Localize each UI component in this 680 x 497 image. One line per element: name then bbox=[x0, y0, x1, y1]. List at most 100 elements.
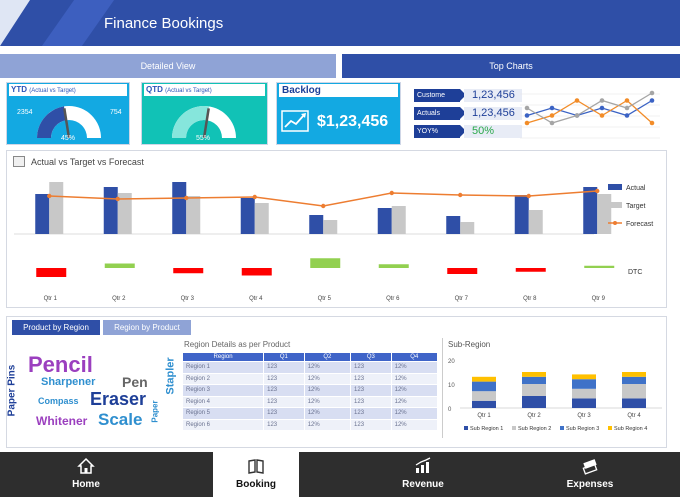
mini-series-point bbox=[549, 105, 555, 111]
stacked-bar-segment bbox=[522, 372, 546, 377]
nav-expenses[interactable]: Expenses bbox=[540, 452, 640, 497]
mini-series-point bbox=[549, 113, 555, 118]
stat-label: Actuals bbox=[414, 107, 466, 120]
stat-label: YOY% bbox=[414, 125, 466, 138]
actual-bar bbox=[35, 194, 50, 234]
table-cell: 12% bbox=[390, 372, 439, 385]
tab-detailed-view[interactable]: Detailed View bbox=[0, 54, 336, 78]
mini-series-point bbox=[624, 98, 630, 103]
tab-region-by-product[interactable]: Region by Product bbox=[103, 320, 191, 335]
sub-region-chart: 20 10 0 Qtr 1 Qtr 2 Qtr 3 Qtr 4 Sub Region 1 Sub… bbox=[448, 359, 662, 432]
x-tick-label: Qtr 1 bbox=[44, 296, 58, 302]
sub-x-tick-label: Qtr 4 bbox=[627, 413, 641, 419]
nav-home-label: Home bbox=[72, 479, 100, 490]
mini-series-point bbox=[649, 98, 655, 103]
x-tick-label: Qtr 8 bbox=[523, 296, 537, 302]
mini-series-point bbox=[649, 120, 655, 126]
actual-bar bbox=[583, 187, 598, 234]
stacked-bar-segment bbox=[572, 379, 596, 389]
table-cell: Region 5 bbox=[181, 407, 265, 420]
tab-top-charts[interactable]: Top Charts bbox=[342, 54, 680, 78]
legend-forecast-label: Forecast bbox=[626, 221, 653, 228]
sub-legend-label: Sub Region 1 bbox=[470, 426, 503, 432]
target-bar bbox=[597, 194, 612, 234]
actual-bar bbox=[446, 216, 461, 234]
word-cloud-item-vertical: Paper Pins bbox=[6, 364, 18, 417]
table-cell: 12% bbox=[390, 384, 439, 397]
table-cell: 123 bbox=[350, 407, 392, 420]
tab-product-by-region[interactable]: Product by Region bbox=[12, 320, 100, 335]
stacked-bar-segment bbox=[622, 384, 646, 399]
stacked-bar-segment bbox=[522, 384, 546, 396]
ytd-card: YTD (Actual vs Target) 2354 754 45% bbox=[6, 82, 130, 145]
table-cell: Region 1 bbox=[181, 361, 265, 374]
target-bar bbox=[49, 182, 64, 234]
mini-series-point bbox=[599, 98, 605, 103]
table-cell: 123 bbox=[263, 361, 305, 374]
ytd-max-label: 754 bbox=[110, 109, 122, 116]
ytd-card-header: YTD (Actual vs Target) bbox=[9, 84, 127, 96]
backlog-value: $1,23,456 bbox=[317, 113, 389, 130]
header-decoration bbox=[0, 0, 30, 46]
sub-legend-swatch bbox=[560, 426, 564, 430]
sub-legend-label: Sub Region 4 bbox=[614, 426, 647, 432]
sub-x-tick-label: Qtr 1 bbox=[477, 413, 491, 419]
nav-home[interactable]: Home bbox=[0, 452, 172, 497]
dtc-bar bbox=[378, 264, 409, 268]
word-cloud-item-vertical: Stapler bbox=[164, 357, 177, 395]
y-tick-label: 20 bbox=[448, 359, 455, 365]
qtd-percent: 55% bbox=[196, 135, 211, 142]
backlog-title: Backlog bbox=[279, 84, 398, 97]
table-cell: 123 bbox=[350, 372, 392, 385]
table-row: Region 2 123 12% 123 12% bbox=[181, 372, 439, 385]
legend-target-label: Target bbox=[626, 203, 646, 210]
table-cell: 12% bbox=[303, 395, 352, 408]
stacked-bar-segment bbox=[572, 398, 596, 408]
table-cell: 12% bbox=[303, 418, 352, 431]
legend-forecast-marker bbox=[613, 221, 617, 225]
table-cell: 123 bbox=[350, 361, 392, 374]
table-row: Region 4 123 12% 123 12% bbox=[181, 395, 439, 408]
stat-value: 1,23,456 bbox=[464, 89, 522, 102]
table-header: Q3 bbox=[350, 352, 392, 362]
x-tick-label: Qtr 6 bbox=[386, 296, 400, 302]
table-cell: Region 4 bbox=[181, 395, 265, 408]
target-bar bbox=[186, 196, 201, 234]
actual-bar bbox=[309, 215, 324, 234]
forecast-point bbox=[595, 188, 600, 194]
sub-legend-swatch bbox=[608, 426, 612, 430]
table-cell: Region 3 bbox=[181, 384, 265, 397]
forecast-point bbox=[389, 190, 394, 196]
word-cloud-item: Scale bbox=[98, 410, 143, 429]
sub-legend-label: Sub Region 3 bbox=[566, 426, 599, 432]
target-bar bbox=[254, 203, 269, 234]
forecast-point bbox=[47, 193, 52, 199]
region-details-title: Region Details as per Product bbox=[184, 340, 291, 349]
mini-series-point bbox=[599, 105, 605, 111]
revenue-icon bbox=[415, 457, 431, 473]
table-cell: 12% bbox=[303, 384, 352, 397]
target-bar bbox=[528, 210, 543, 234]
y-tick-label: 10 bbox=[448, 383, 455, 389]
stat-value: 50% bbox=[464, 125, 522, 138]
actual-bar bbox=[377, 208, 392, 234]
nav-booking[interactable]: Booking bbox=[213, 452, 299, 497]
stacked-bar-segment bbox=[622, 376, 646, 384]
forecast-point bbox=[526, 193, 531, 199]
stacked-bar-segment bbox=[472, 400, 496, 408]
table-header: Q1 bbox=[263, 352, 305, 362]
x-tick-label: Qtr 3 bbox=[181, 296, 195, 302]
mini-series-point bbox=[524, 120, 530, 126]
qtd-card: QTD (Actual vs Target) 55% bbox=[141, 82, 268, 145]
dtc-bar bbox=[584, 265, 615, 268]
forecast-point bbox=[458, 192, 463, 198]
dtc-bar bbox=[173, 268, 204, 274]
legend-target-swatch bbox=[608, 202, 622, 208]
table-row: Region 5 123 12% 123 12% bbox=[181, 407, 439, 420]
table-cell: 123 bbox=[350, 395, 392, 408]
table-row: Region 6 123 12% 123 12% bbox=[181, 418, 439, 431]
target-bar bbox=[460, 222, 475, 234]
target-bar bbox=[323, 220, 338, 234]
nav-revenue[interactable]: Revenue bbox=[378, 452, 468, 497]
mini-series-line bbox=[526, 92, 653, 124]
